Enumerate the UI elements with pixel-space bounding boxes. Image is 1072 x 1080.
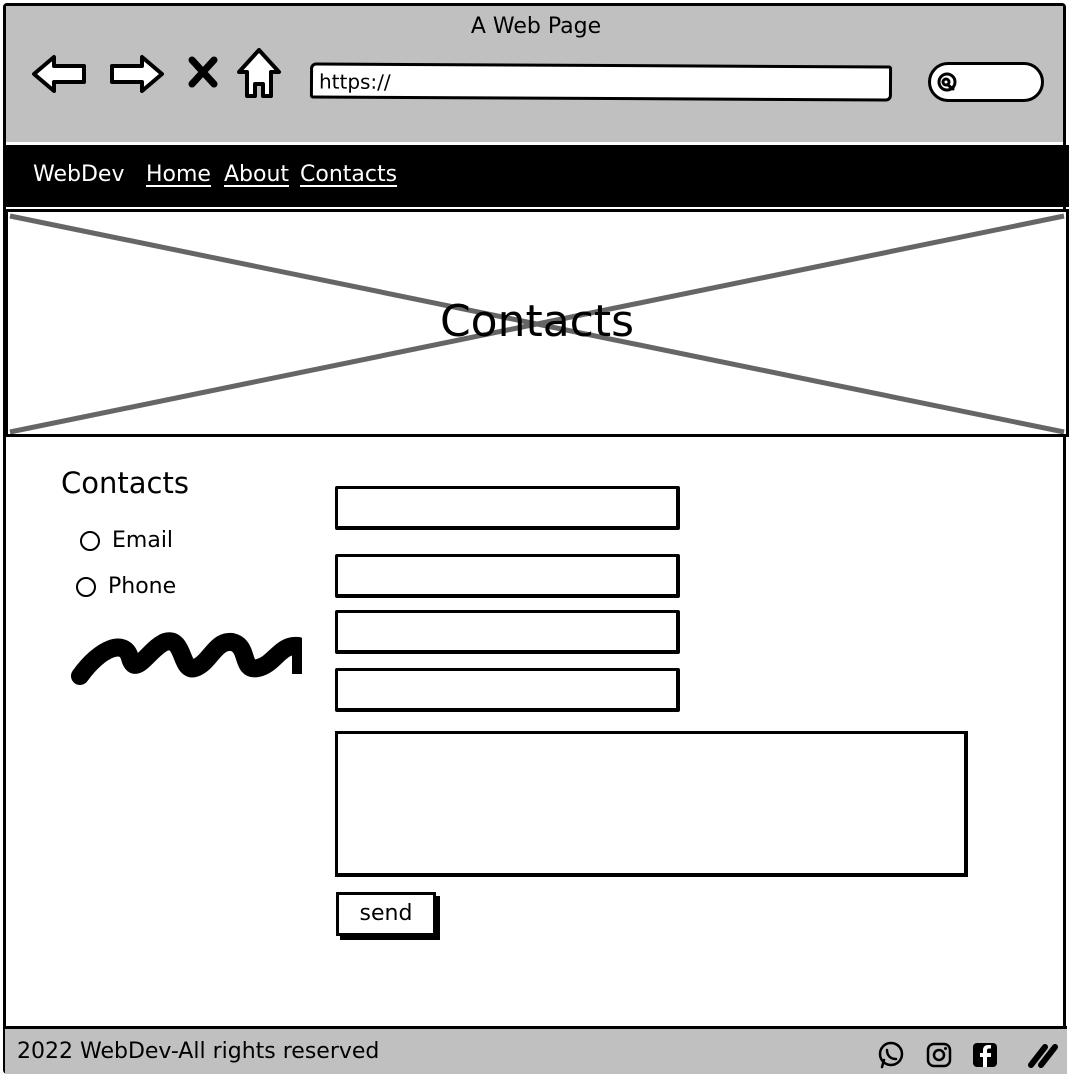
back-icon[interactable]: [30, 52, 90, 96]
address-bar[interactable]: https://: [309, 62, 893, 102]
phone-field[interactable]: [335, 610, 680, 654]
site-brand[interactable]: WebDev: [33, 162, 124, 187]
send-button[interactable]: send: [336, 892, 436, 936]
footer-copyright: 2022 WebDev-All rights reserved: [17, 1039, 380, 1064]
instagram-icon[interactable]: [925, 1041, 953, 1069]
site-navbar: WebDev Home About Contacts: [6, 145, 1069, 207]
close-icon[interactable]: [186, 54, 220, 90]
radio-email-label: Email: [112, 528, 174, 553]
radio-phone[interactable]: Phone: [76, 574, 176, 599]
forward-icon[interactable]: [106, 52, 166, 96]
contacts-heading: Contacts: [61, 466, 189, 500]
nav-link-contacts[interactable]: Contacts: [300, 162, 397, 187]
radio-phone-label: Phone: [108, 574, 177, 599]
facebook-icon[interactable]: [971, 1041, 999, 1069]
message-textarea[interactable]: [335, 731, 968, 877]
link-icon[interactable]: [1027, 1041, 1059, 1069]
nav-link-home[interactable]: Home: [146, 162, 211, 187]
window-title: A Web Page: [470, 14, 602, 39]
nav-link-about[interactable]: About: [224, 162, 289, 187]
whatsapp-icon[interactable]: [877, 1041, 905, 1069]
radio-email[interactable]: Email: [80, 528, 173, 553]
address-text: https://: [318, 69, 391, 94]
name-field[interactable]: [335, 486, 680, 530]
email-field[interactable]: [335, 554, 680, 598]
site-footer: 2022 WebDev-All rights reserved: [5, 1026, 1067, 1074]
hero-image-placeholder: Contacts: [5, 209, 1069, 437]
scribble-image: [71, 632, 302, 685]
search-icon: [937, 72, 957, 92]
home-icon[interactable]: [236, 46, 282, 100]
hero-title: Contacts: [439, 296, 635, 347]
radio-circle[interactable]: [76, 576, 96, 597]
radio-circle[interactable]: [80, 530, 100, 551]
subject-field[interactable]: [335, 668, 680, 712]
search-box[interactable]: [928, 62, 1044, 102]
